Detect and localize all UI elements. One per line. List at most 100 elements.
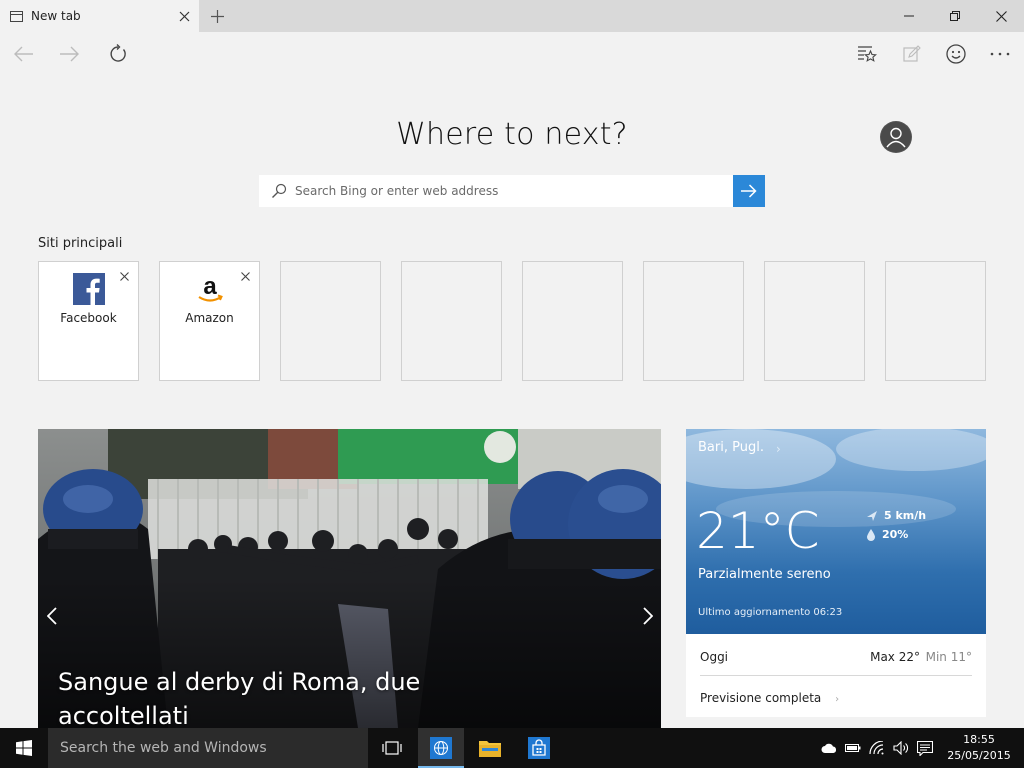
restore-button[interactable] [932,0,978,32]
start-button[interactable] [0,728,48,768]
chevron-right-icon: › [776,442,781,456]
raindrop-icon [867,528,875,541]
wifi-icon[interactable] [868,740,885,757]
forward-button[interactable] [53,38,85,70]
page-title: Where to next? [396,117,628,152]
taskbar-search-box[interactable]: Search the web and Windows [48,728,368,768]
taskbar-edge-button[interactable] [418,728,464,768]
taskbar-file-explorer-button[interactable] [467,728,513,768]
refresh-icon [110,44,126,62]
tab-new-tab[interactable]: New tab [0,0,199,32]
hub-button[interactable] [851,38,883,70]
task-view-icon [382,741,402,755]
top-site-label: Facebook [60,311,117,325]
weather-location[interactable]: Bari, Pugl. [698,440,764,455]
close-icon [120,272,129,281]
back-button[interactable] [8,38,40,70]
chevron-right-icon [643,607,653,625]
tab-page-icon [10,10,23,22]
restore-icon [950,11,960,21]
top-site-facebook[interactable]: Facebook [38,261,139,381]
chevron-right-icon: › [835,694,840,705]
weather-full-forecast-link[interactable]: Previsione completa › [700,691,972,705]
title-bar: New tab [0,0,1024,32]
news-headline[interactable]: Sangue al derby di Roma, due accoltellat… [58,665,478,728]
new-tab-button[interactable] [203,0,231,32]
volume-icon[interactable] [892,740,909,757]
task-view-button[interactable] [369,728,415,768]
web-note-icon [903,45,921,62]
taskbar-store-button[interactable] [516,728,562,768]
news-previous-button[interactable] [40,601,64,631]
facebook-icon [73,273,105,305]
close-icon [995,10,1007,22]
close-icon [241,272,250,281]
search-icon [272,183,287,198]
cloud-icon [821,743,836,753]
weather-header: Bari, Pugl. › 21°C 5 km/h 20% Parzialmen… [686,429,986,634]
battery-icon[interactable] [844,740,861,757]
close-icon [179,11,189,21]
weather-last-updated: Ultimo aggiornamento 06:23 [698,607,843,618]
action-center-icon[interactable] [916,740,933,757]
window-close-button[interactable] [978,0,1024,32]
weather-today-row: Oggi Max 22° Min 11° [700,650,972,664]
minimize-button[interactable] [886,0,932,32]
feedback-button[interactable] [940,38,972,70]
clock-time: 18:55 [963,733,995,746]
top-site-empty[interactable] [280,261,381,381]
search-input[interactable] [295,184,715,198]
arrow-right-icon [60,46,79,62]
weather-condition: Parzialmente sereno [698,567,831,582]
weather-today-min: Min 11° [925,650,972,664]
notification-icon [916,740,933,756]
news-carousel[interactable]: Sangue al derby di Roma, due accoltellat… [38,429,661,728]
wifi-signal-icon [868,741,883,755]
browser-globe-icon [430,737,452,759]
web-note-button[interactable] [896,38,928,70]
weather-today-max: Max 22° [870,650,920,664]
tab-close-button[interactable] [169,0,199,32]
store-bag-icon [528,737,550,759]
tab-title: New tab [31,9,81,23]
clock-date: 25/05/2015 [947,749,1011,762]
amazon-icon: a [198,273,223,302]
wind-icon [867,510,877,521]
folder-icon [479,741,501,757]
arrow-left-icon [14,46,33,62]
taskbar: Search the web and Windows 18:55 25/05/2… [0,728,1024,768]
user-icon [881,122,911,152]
top-site-label: Amazon [185,311,234,325]
refresh-button[interactable] [102,38,134,70]
svg-text:a: a [203,273,217,300]
weather-wind: 5 km/h [866,509,926,522]
search-go-button[interactable] [733,175,765,207]
chevron-left-icon [47,607,57,625]
search-box [259,175,733,207]
top-site-empty[interactable] [401,261,502,381]
user-avatar-button[interactable] [880,121,912,153]
top-site-remove-button[interactable] [120,270,129,284]
weather-rain-value: 20% [882,528,909,541]
more-dots-icon [990,52,1010,56]
top-site-remove-button[interactable] [241,270,250,284]
news-next-button[interactable] [636,601,660,631]
top-site-empty[interactable] [522,261,623,381]
more-button[interactable] [984,38,1016,70]
top-site-empty[interactable] [885,261,986,381]
plus-icon [210,9,224,23]
smiley-icon [946,44,966,64]
taskbar-search-text: Search the web and Windows [60,740,267,756]
taskbar-clock[interactable]: 18:55 25/05/2015 [946,732,1012,764]
top-site-empty[interactable] [764,261,865,381]
weather-wind-value: 5 km/h [884,509,927,522]
onedrive-icon[interactable] [820,740,837,757]
top-site-empty[interactable] [643,261,744,381]
top-site-amazon[interactable]: a Amazon [159,261,260,381]
hub-star-icon [858,46,877,62]
windows-logo-icon [16,740,32,756]
weather-card[interactable]: Bari, Pugl. › 21°C 5 km/h 20% Parzialmen… [686,429,986,717]
navigation-toolbar [0,32,1024,76]
weather-today-label: Oggi [700,650,729,664]
speaker-icon [892,741,908,755]
